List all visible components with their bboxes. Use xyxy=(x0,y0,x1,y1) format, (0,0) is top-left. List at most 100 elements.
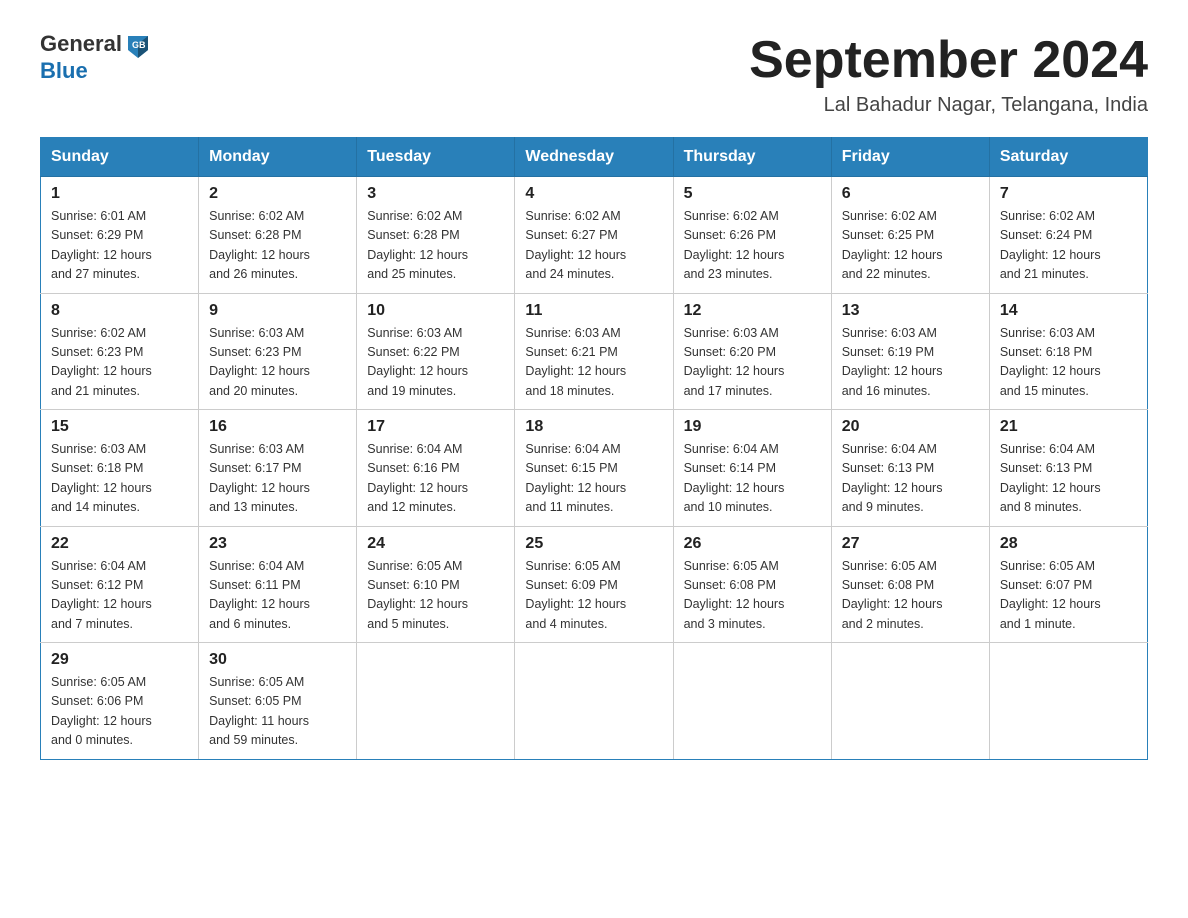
calendar-cell: 10 Sunrise: 6:03 AMSunset: 6:22 PMDaylig… xyxy=(357,293,515,410)
location: Lal Bahadur Nagar, Telangana, India xyxy=(749,94,1148,117)
calendar-cell: 22 Sunrise: 6:04 AMSunset: 6:12 PMDaylig… xyxy=(41,526,199,643)
day-number: 3 xyxy=(367,185,504,203)
calendar-cell: 6 Sunrise: 6:02 AMSunset: 6:25 PMDayligh… xyxy=(831,177,989,294)
day-number: 7 xyxy=(1000,185,1137,203)
day-number: 10 xyxy=(367,302,504,320)
day-number: 30 xyxy=(209,651,346,669)
day-number: 6 xyxy=(842,185,979,203)
day-info: Sunrise: 6:05 AMSunset: 6:05 PMDaylight:… xyxy=(209,675,309,747)
calendar-cell: 26 Sunrise: 6:05 AMSunset: 6:08 PMDaylig… xyxy=(673,526,831,643)
calendar-cell xyxy=(673,643,831,760)
calendar-cell: 14 Sunrise: 6:03 AMSunset: 6:18 PMDaylig… xyxy=(989,293,1147,410)
day-number: 12 xyxy=(684,302,821,320)
day-info: Sunrise: 6:03 AMSunset: 6:17 PMDaylight:… xyxy=(209,442,310,514)
day-number: 17 xyxy=(367,418,504,436)
calendar-cell: 7 Sunrise: 6:02 AMSunset: 6:24 PMDayligh… xyxy=(989,177,1147,294)
calendar-cell: 19 Sunrise: 6:04 AMSunset: 6:14 PMDaylig… xyxy=(673,410,831,527)
calendar-header-monday: Monday xyxy=(199,138,357,177)
calendar-cell: 23 Sunrise: 6:04 AMSunset: 6:11 PMDaylig… xyxy=(199,526,357,643)
day-number: 2 xyxy=(209,185,346,203)
day-number: 28 xyxy=(1000,535,1137,553)
day-number: 16 xyxy=(209,418,346,436)
calendar-cell: 4 Sunrise: 6:02 AMSunset: 6:27 PMDayligh… xyxy=(515,177,673,294)
day-info: Sunrise: 6:04 AMSunset: 6:11 PMDaylight:… xyxy=(209,559,310,631)
calendar-cell xyxy=(989,643,1147,760)
logo: General GB Blue xyxy=(40,30,152,84)
calendar-cell: 3 Sunrise: 6:02 AMSunset: 6:28 PMDayligh… xyxy=(357,177,515,294)
day-number: 27 xyxy=(842,535,979,553)
day-info: Sunrise: 6:04 AMSunset: 6:13 PMDaylight:… xyxy=(842,442,943,514)
day-info: Sunrise: 6:03 AMSunset: 6:19 PMDaylight:… xyxy=(842,326,943,398)
calendar-week-row: 29 Sunrise: 6:05 AMSunset: 6:06 PMDaylig… xyxy=(41,643,1148,760)
day-info: Sunrise: 6:04 AMSunset: 6:13 PMDaylight:… xyxy=(1000,442,1101,514)
calendar-cell: 11 Sunrise: 6:03 AMSunset: 6:21 PMDaylig… xyxy=(515,293,673,410)
calendar-cell: 29 Sunrise: 6:05 AMSunset: 6:06 PMDaylig… xyxy=(41,643,199,760)
calendar-week-row: 22 Sunrise: 6:04 AMSunset: 6:12 PMDaylig… xyxy=(41,526,1148,643)
day-number: 13 xyxy=(842,302,979,320)
day-info: Sunrise: 6:02 AMSunset: 6:25 PMDaylight:… xyxy=(842,209,943,281)
calendar-cell: 27 Sunrise: 6:05 AMSunset: 6:08 PMDaylig… xyxy=(831,526,989,643)
calendar-cell: 24 Sunrise: 6:05 AMSunset: 6:10 PMDaylig… xyxy=(357,526,515,643)
calendar-cell xyxy=(515,643,673,760)
day-number: 24 xyxy=(367,535,504,553)
calendar-cell xyxy=(831,643,989,760)
day-info: Sunrise: 6:03 AMSunset: 6:18 PMDaylight:… xyxy=(1000,326,1101,398)
calendar-cell: 28 Sunrise: 6:05 AMSunset: 6:07 PMDaylig… xyxy=(989,526,1147,643)
calendar-cell: 13 Sunrise: 6:03 AMSunset: 6:19 PMDaylig… xyxy=(831,293,989,410)
calendar-cell: 1 Sunrise: 6:01 AMSunset: 6:29 PMDayligh… xyxy=(41,177,199,294)
calendar-header-sunday: Sunday xyxy=(41,138,199,177)
logo-blue: Blue xyxy=(40,58,88,83)
day-info: Sunrise: 6:02 AMSunset: 6:26 PMDaylight:… xyxy=(684,209,785,281)
day-info: Sunrise: 6:01 AMSunset: 6:29 PMDaylight:… xyxy=(51,209,152,281)
svg-text:GB: GB xyxy=(132,40,146,50)
calendar-week-row: 8 Sunrise: 6:02 AMSunset: 6:23 PMDayligh… xyxy=(41,293,1148,410)
day-number: 23 xyxy=(209,535,346,553)
day-info: Sunrise: 6:05 AMSunset: 6:08 PMDaylight:… xyxy=(684,559,785,631)
day-number: 29 xyxy=(51,651,188,669)
day-info: Sunrise: 6:04 AMSunset: 6:14 PMDaylight:… xyxy=(684,442,785,514)
day-number: 22 xyxy=(51,535,188,553)
day-info: Sunrise: 6:05 AMSunset: 6:06 PMDaylight:… xyxy=(51,675,152,747)
day-info: Sunrise: 6:02 AMSunset: 6:28 PMDaylight:… xyxy=(367,209,468,281)
day-info: Sunrise: 6:03 AMSunset: 6:23 PMDaylight:… xyxy=(209,326,310,398)
calendar-cell: 15 Sunrise: 6:03 AMSunset: 6:18 PMDaylig… xyxy=(41,410,199,527)
day-number: 11 xyxy=(525,302,662,320)
calendar-cell: 5 Sunrise: 6:02 AMSunset: 6:26 PMDayligh… xyxy=(673,177,831,294)
calendar-table: SundayMondayTuesdayWednesdayThursdayFrid… xyxy=(40,137,1148,760)
day-info: Sunrise: 6:04 AMSunset: 6:15 PMDaylight:… xyxy=(525,442,626,514)
calendar-cell: 17 Sunrise: 6:04 AMSunset: 6:16 PMDaylig… xyxy=(357,410,515,527)
day-number: 4 xyxy=(525,185,662,203)
calendar-cell: 8 Sunrise: 6:02 AMSunset: 6:23 PMDayligh… xyxy=(41,293,199,410)
calendar-header-row: SundayMondayTuesdayWednesdayThursdayFrid… xyxy=(41,138,1148,177)
day-info: Sunrise: 6:03 AMSunset: 6:21 PMDaylight:… xyxy=(525,326,626,398)
calendar-cell xyxy=(357,643,515,760)
calendar-cell: 18 Sunrise: 6:04 AMSunset: 6:15 PMDaylig… xyxy=(515,410,673,527)
day-number: 14 xyxy=(1000,302,1137,320)
calendar-header-thursday: Thursday xyxy=(673,138,831,177)
title-area: September 2024 Lal Bahadur Nagar, Telang… xyxy=(749,30,1148,117)
logo-general: General xyxy=(40,31,122,57)
day-number: 26 xyxy=(684,535,821,553)
day-number: 21 xyxy=(1000,418,1137,436)
day-number: 8 xyxy=(51,302,188,320)
month-title: September 2024 xyxy=(749,30,1148,90)
calendar-cell: 21 Sunrise: 6:04 AMSunset: 6:13 PMDaylig… xyxy=(989,410,1147,527)
day-info: Sunrise: 6:03 AMSunset: 6:22 PMDaylight:… xyxy=(367,326,468,398)
calendar-header-wednesday: Wednesday xyxy=(515,138,673,177)
day-number: 15 xyxy=(51,418,188,436)
day-info: Sunrise: 6:05 AMSunset: 6:07 PMDaylight:… xyxy=(1000,559,1101,631)
day-number: 19 xyxy=(684,418,821,436)
calendar-week-row: 1 Sunrise: 6:01 AMSunset: 6:29 PMDayligh… xyxy=(41,177,1148,294)
day-number: 5 xyxy=(684,185,821,203)
day-info: Sunrise: 6:02 AMSunset: 6:28 PMDaylight:… xyxy=(209,209,310,281)
calendar-header-saturday: Saturday xyxy=(989,138,1147,177)
calendar-header-tuesday: Tuesday xyxy=(357,138,515,177)
logo-icon: GB xyxy=(124,30,152,58)
day-number: 20 xyxy=(842,418,979,436)
day-info: Sunrise: 6:04 AMSunset: 6:16 PMDaylight:… xyxy=(367,442,468,514)
day-number: 25 xyxy=(525,535,662,553)
calendar-cell: 9 Sunrise: 6:03 AMSunset: 6:23 PMDayligh… xyxy=(199,293,357,410)
calendar-header-friday: Friday xyxy=(831,138,989,177)
day-info: Sunrise: 6:02 AMSunset: 6:23 PMDaylight:… xyxy=(51,326,152,398)
calendar-cell: 2 Sunrise: 6:02 AMSunset: 6:28 PMDayligh… xyxy=(199,177,357,294)
